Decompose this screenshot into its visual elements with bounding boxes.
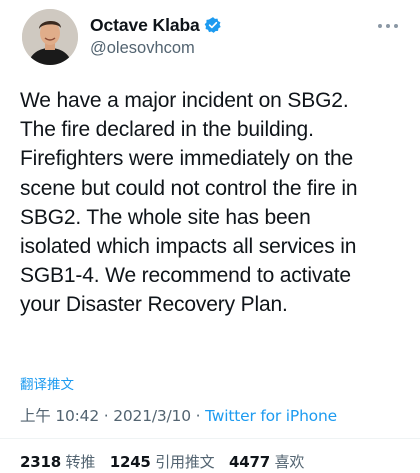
tweet-text-line: your Disaster Recovery Plan. bbox=[20, 293, 288, 317]
retweets-stat[interactable]: 2318 转推 bbox=[20, 453, 95, 471]
tweet-text-line: isolated which impacts all services in bbox=[20, 235, 357, 259]
tweet-text-line: The fire declared in the building. bbox=[20, 118, 314, 142]
likes-stat[interactable]: 4477 喜欢 bbox=[229, 453, 304, 471]
tweet-card: Octave Klaba @olesovhcom We have a major… bbox=[0, 0, 420, 473]
tweet-text-line: SBG2. The whole site has been bbox=[20, 205, 311, 229]
tweet-text-line: SGB1-4. We recommend to activate bbox=[20, 264, 351, 288]
more-options-icon[interactable] bbox=[378, 22, 398, 30]
likes-count: 4477 bbox=[229, 453, 270, 471]
translate-tweet-link[interactable]: 翻译推文 bbox=[20, 373, 74, 393]
tweet-text-line: We have a major incident on SBG2. bbox=[20, 89, 349, 112]
divider bbox=[0, 438, 420, 439]
quotes-label: 引用推文 bbox=[155, 453, 215, 471]
retweets-count: 2318 bbox=[20, 453, 61, 471]
profile-photo-icon bbox=[22, 9, 78, 65]
author-info: Octave Klaba @olesovhcom bbox=[90, 14, 222, 58]
tweet-text: We have a major incident on SBG2. The fi… bbox=[20, 86, 404, 320]
tweet-text-line: scene but could not control the fire in bbox=[20, 176, 358, 200]
display-name[interactable]: Octave Klaba bbox=[90, 15, 200, 36]
tweet-time[interactable]: 上午 10:42 bbox=[20, 407, 99, 425]
tweet-metadata: 上午 10:42 · 2021/3/10 · Twitter for iPhon… bbox=[20, 404, 337, 426]
meta-separator: · bbox=[103, 407, 114, 425]
avatar[interactable] bbox=[22, 9, 78, 65]
tweet-stats: 2318 转推 1245 引用推文 4477 喜欢 bbox=[20, 451, 314, 472]
handle[interactable]: @olesovhcom bbox=[90, 39, 222, 58]
tweet-text-line: Firefighters were immediately on the bbox=[20, 147, 354, 171]
tweet-source-link[interactable]: Twitter for iPhone bbox=[205, 407, 337, 425]
tweet-date[interactable]: 2021/3/10 bbox=[113, 407, 191, 425]
quotes-stat[interactable]: 1245 引用推文 bbox=[110, 453, 215, 471]
likes-label: 喜欢 bbox=[274, 453, 305, 471]
retweets-label: 转推 bbox=[65, 453, 96, 471]
display-name-row: Octave Klaba bbox=[90, 14, 222, 36]
verified-badge-icon bbox=[204, 16, 222, 34]
tweet-header: Octave Klaba @olesovhcom bbox=[0, 0, 420, 72]
meta-separator: · bbox=[195, 407, 206, 425]
quotes-count: 1245 bbox=[109, 453, 151, 471]
